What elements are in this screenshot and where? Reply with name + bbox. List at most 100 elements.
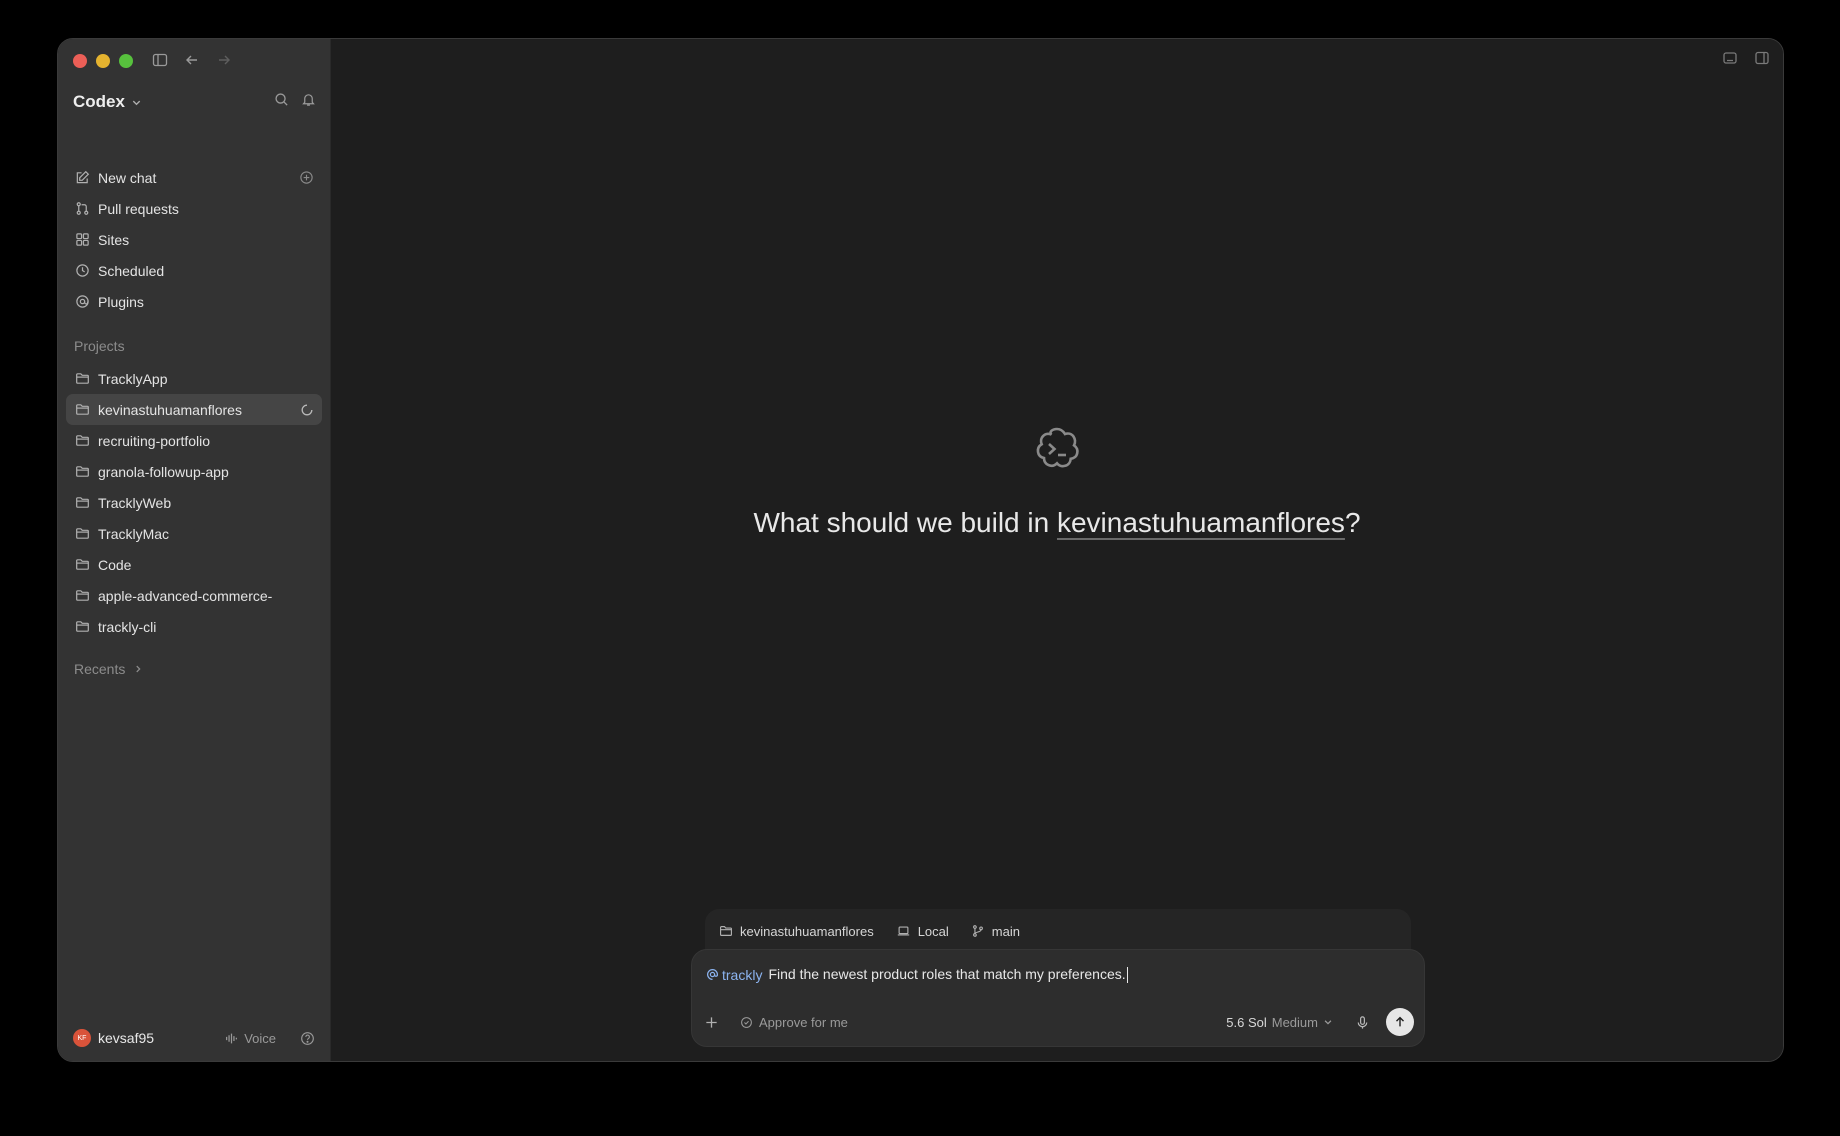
grid-icon xyxy=(74,232,90,248)
hero-suffix: ? xyxy=(1344,507,1361,538)
hero-prefix: What should we build in xyxy=(753,507,1057,538)
project-item[interactable]: TracklyMac xyxy=(66,518,322,549)
recents-label: Recents xyxy=(74,661,126,677)
sidebar-item-plugins[interactable]: Plugins xyxy=(66,286,322,317)
recents-section[interactable]: Recents xyxy=(66,652,322,686)
project-label: Code xyxy=(98,556,132,573)
project-label: granola-followup-app xyxy=(98,463,229,480)
project-label: recruiting-portfolio xyxy=(98,432,211,449)
sidebar-item-sites[interactable]: Sites xyxy=(66,224,322,255)
forward-arrow-icon[interactable] xyxy=(214,50,234,70)
context-branch[interactable]: main xyxy=(971,924,1020,939)
sidebar-item-pull-requests[interactable]: Pull requests xyxy=(66,193,322,224)
approval-mode-label: Approve for me xyxy=(759,1014,848,1030)
sidebar-item-label: New chat xyxy=(98,169,157,186)
main-panel: What should we build in kevinastuhuamanf… xyxy=(331,39,1783,1061)
mention-label: trackly xyxy=(722,966,763,983)
at-icon xyxy=(74,294,90,310)
microphone-icon[interactable] xyxy=(1355,1015,1370,1030)
project-label: TracklyApp xyxy=(98,370,168,387)
reasoning-effort: Medium xyxy=(1271,1014,1318,1030)
sidebar-item-label: Plugins xyxy=(98,293,144,310)
project-item[interactable]: granola-followup-app xyxy=(66,456,322,487)
side-panel-icon[interactable] xyxy=(1754,50,1770,71)
project-item[interactable]: Code xyxy=(66,549,322,580)
app-window: Codex New chat Pull requests Sites Sched… xyxy=(57,38,1784,1062)
sidebar-footer: KF kevsaf95 Voice xyxy=(58,1015,330,1061)
chevron-right-icon xyxy=(136,665,141,673)
sidebar-nav: New chat Pull requests Sites Scheduled P… xyxy=(66,162,322,686)
context-project[interactable]: kevinastuhuamanflores xyxy=(719,924,874,939)
sidebar-item-label: Scheduled xyxy=(98,262,165,279)
at-icon xyxy=(707,969,718,981)
folder-icon xyxy=(719,924,733,938)
main-toolbar xyxy=(1722,50,1770,71)
edit-icon xyxy=(74,170,90,186)
project-label: trackly-cli xyxy=(98,618,157,635)
arrow-up-icon xyxy=(1396,1016,1404,1027)
bell-icon[interactable] xyxy=(301,92,316,112)
hero-project-link[interactable]: kevinastuhuamanflores xyxy=(1057,507,1345,538)
prompt-text: Find the newest product roles that match… xyxy=(768,966,1128,984)
context-project-label: kevinastuhuamanflores xyxy=(740,923,874,939)
search-icon[interactable] xyxy=(274,92,289,112)
voice-button[interactable]: Voice xyxy=(225,1031,276,1046)
project-label: TracklyMac xyxy=(98,525,170,542)
avatar[interactable]: KF xyxy=(73,1029,91,1047)
toggle-sidebar-icon[interactable] xyxy=(150,50,170,70)
loading-spinner-icon xyxy=(300,403,314,417)
folder-icon xyxy=(74,557,90,573)
project-label: kevinastuhuamanflores xyxy=(98,401,242,418)
window-controls xyxy=(73,54,133,68)
sidebar-item-new-chat[interactable]: New chat xyxy=(66,162,322,193)
folder-icon xyxy=(74,526,90,542)
project-item[interactable]: recruiting-portfolio xyxy=(66,425,322,456)
model-name: 5.6 Sol xyxy=(1226,1014,1267,1030)
workspace-switcher[interactable]: Codex xyxy=(73,92,142,112)
folder-icon xyxy=(74,588,90,604)
chevron-down-icon xyxy=(1324,1020,1332,1025)
project-item-active[interactable]: kevinastuhuamanflores xyxy=(66,394,322,425)
send-button[interactable] xyxy=(1386,1008,1414,1036)
context-environment[interactable]: Local xyxy=(896,924,949,939)
mention-chip[interactable]: trackly xyxy=(706,967,762,983)
close-window-button[interactable] xyxy=(73,54,87,68)
folder-icon xyxy=(74,371,90,387)
project-label: TracklyWeb xyxy=(98,494,172,511)
pull-request-icon xyxy=(74,201,90,217)
model-selector[interactable]: 5.6 Sol Medium xyxy=(1226,1015,1333,1030)
project-item[interactable]: trackly-cli xyxy=(66,611,322,642)
project-item[interactable]: TracklyWeb xyxy=(66,487,322,518)
approval-mode-button[interactable]: Approve for me xyxy=(740,1015,848,1030)
sidebar-item-scheduled[interactable]: Scheduled xyxy=(66,255,322,286)
username[interactable]: kevsaf95 xyxy=(98,1030,154,1046)
minimize-window-button[interactable] xyxy=(96,54,110,68)
folder-icon xyxy=(74,619,90,635)
project-item[interactable]: TracklyApp xyxy=(66,363,322,394)
sidebar: Codex New chat Pull requests Sites Sched… xyxy=(58,39,331,1061)
folder-icon xyxy=(74,464,90,480)
codex-logo-icon xyxy=(1032,425,1082,480)
waveform-icon xyxy=(226,1033,238,1043)
voice-label: Voice xyxy=(244,1030,276,1046)
prompt-input[interactable]: trackly Find the newest product roles th… xyxy=(706,966,1128,984)
composer[interactable]: trackly Find the newest product roles th… xyxy=(691,949,1425,1047)
plus-icon[interactable] xyxy=(704,1015,726,1030)
context-bar: kevinastuhuamanflores Local main xyxy=(705,909,1411,953)
brand-row: Codex xyxy=(73,89,316,115)
project-item[interactable]: apple-advanced-commerce- xyxy=(66,580,322,611)
back-arrow-icon[interactable] xyxy=(182,50,202,70)
clock-icon xyxy=(74,263,90,279)
sidebar-item-label: Sites xyxy=(98,231,130,248)
new-chat-plus-icon[interactable] xyxy=(299,170,314,185)
zoom-window-button[interactable] xyxy=(119,54,133,68)
projects-section-label: Projects xyxy=(74,338,125,354)
folder-icon xyxy=(74,495,90,511)
help-icon[interactable] xyxy=(300,1031,315,1046)
folder-icon xyxy=(74,433,90,449)
hero-prompt: What should we build in kevinastuhuamanf… xyxy=(331,507,1783,539)
chevron-down-icon xyxy=(132,100,141,105)
terminal-panel-icon[interactable] xyxy=(1722,50,1738,71)
context-branch-label: main xyxy=(991,923,1020,939)
laptop-icon xyxy=(896,924,911,938)
